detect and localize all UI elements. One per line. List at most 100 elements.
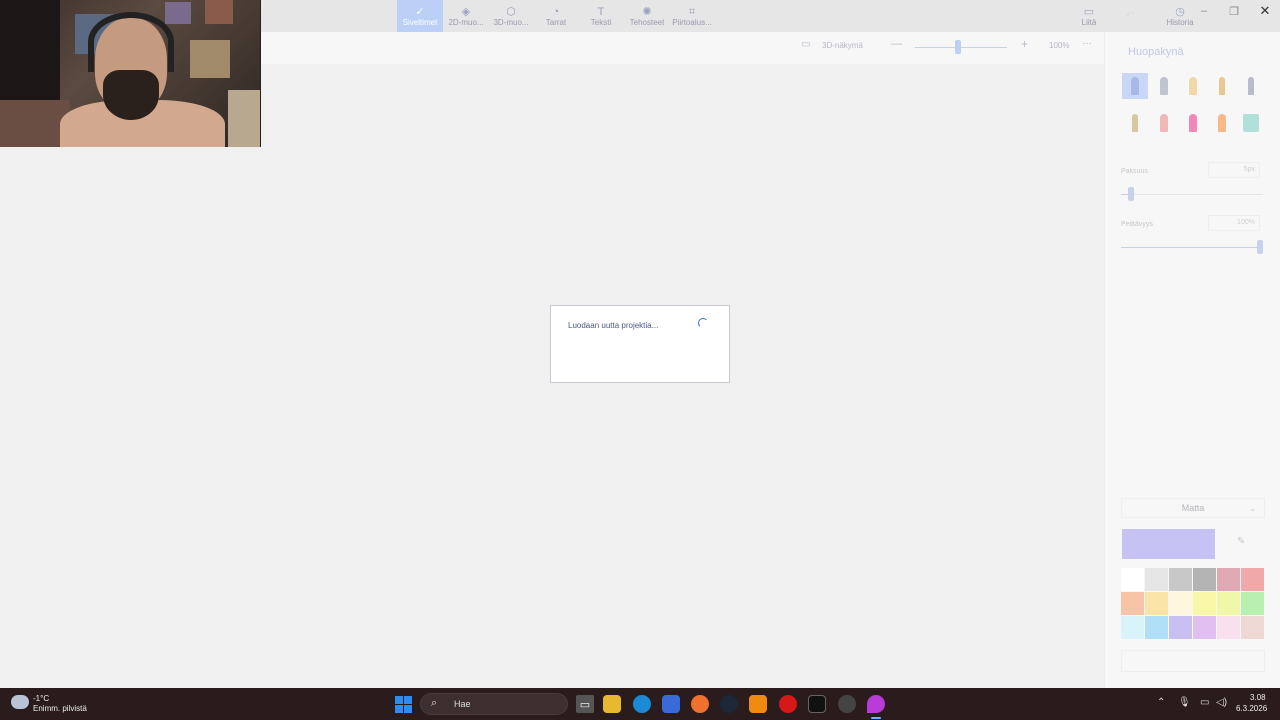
weather-temperature[interactable]: -1°C (33, 694, 49, 703)
more-options-button[interactable]: ··· (1082, 38, 1092, 49)
minimize-button[interactable]: – (1189, 0, 1219, 22)
finish-value: Matta (1181, 503, 1205, 513)
color-swatch[interactable] (1217, 592, 1240, 615)
color-swatch[interactable] (1193, 568, 1216, 591)
maximize-button[interactable]: ❐ (1219, 0, 1249, 22)
vlc-icon[interactable] (749, 695, 767, 713)
finish-dropdown[interactable]: Matta ⌄ (1121, 498, 1265, 518)
tool-cube[interactable]: ⬡ 3D-muo... (488, 0, 534, 32)
color-swatch[interactable] (1241, 568, 1264, 591)
volume-icon[interactable]: ◁) (1216, 697, 1227, 708)
oil-brush-button[interactable] (1180, 73, 1206, 99)
thickness-label: Paksuus (1121, 168, 1148, 175)
brush-icon: ✓ (415, 5, 425, 18)
color-swatch[interactable] (1217, 616, 1240, 639)
panel-title: Huopakynä (1128, 46, 1184, 58)
view3d-icon[interactable]: ▭ (801, 39, 810, 50)
color-swatch[interactable] (1193, 616, 1216, 639)
start-button[interactable] (395, 696, 412, 713)
fill-bucket-button[interactable] (1238, 110, 1264, 136)
zoom-slider-thumb[interactable] (955, 40, 962, 54)
add-color-button[interactable] (1121, 650, 1265, 672)
paint-3d-icon[interactable] (867, 695, 885, 713)
color-swatch[interactable] (1241, 616, 1264, 639)
opera-icon[interactable] (779, 695, 797, 713)
color-swatch[interactable] (1169, 592, 1192, 615)
color-swatch[interactable] (1121, 592, 1144, 615)
tool-sticker[interactable]: ◔ Tarrat (533, 0, 579, 32)
color-swatch[interactable] (1217, 568, 1240, 591)
thickness-slider-thumb[interactable] (1127, 187, 1134, 201)
crayon-button[interactable] (1180, 110, 1206, 136)
network-icon[interactable]: ▭ (1200, 697, 1209, 708)
tool-label: Tarrat (545, 17, 567, 27)
tool-effects[interactable]: ✺ Tehosteet (624, 0, 670, 32)
pencil-button[interactable] (1122, 110, 1148, 136)
spray-can-button[interactable] (1209, 110, 1235, 136)
shapes-2d-icon: ◈ (461, 5, 471, 18)
tool-shapes-2d[interactable]: ◈ 2D-muo... (443, 0, 489, 32)
color-swatch[interactable] (1145, 616, 1168, 639)
color-swatch[interactable] (1241, 592, 1264, 615)
calligraphy-pen-button[interactable] (1151, 73, 1177, 99)
thickness-slider[interactable] (1121, 194, 1263, 195)
eyedropper-icon[interactable]: ✎ (1237, 536, 1245, 547)
tool-label: 3D-muo... (493, 17, 529, 27)
app-icon[interactable] (838, 695, 856, 713)
terminal-icon[interactable] (808, 695, 826, 713)
insert-button[interactable]: ▭ Liitä (1066, 0, 1112, 32)
file-explorer-icon[interactable] (603, 695, 621, 713)
webcam-poster (205, 0, 233, 24)
opacity-input[interactable]: 100% (1208, 215, 1260, 231)
clock-time[interactable]: 3.08 (1250, 693, 1266, 702)
firefox-icon[interactable] (691, 695, 709, 713)
pixel-pen-icon (1248, 77, 1254, 95)
edge-icon[interactable] (633, 695, 651, 713)
canvas-icon: ⌗ (688, 5, 696, 18)
pencil-icon (1132, 114, 1138, 132)
taskbar-search[interactable]: ⌕ Hae (420, 693, 568, 715)
oil-brush-icon (1189, 77, 1197, 95)
tool-label: Piirtoalus... (672, 17, 712, 27)
marker-brush-button[interactable] (1122, 73, 1148, 99)
text-icon: T (597, 5, 605, 18)
opacity-slider-thumb[interactable] (1257, 240, 1263, 254)
clock-date[interactable]: 6.3.2026 (1236, 704, 1267, 713)
task-view-icon[interactable]: ▭ (576, 695, 594, 713)
store-icon[interactable] (662, 695, 680, 713)
steam-icon[interactable] (720, 695, 738, 713)
effects-icon: ✺ (642, 5, 652, 18)
color-swatch[interactable] (1145, 592, 1168, 615)
color-swatch[interactable] (1169, 568, 1192, 591)
calligraphy-pen-icon (1160, 77, 1168, 95)
eraser-button[interactable] (1151, 110, 1177, 136)
opacity-slider[interactable] (1121, 247, 1263, 248)
zoom-out-button[interactable]: — (891, 38, 902, 50)
view3d-label[interactable]: 3D-näkymä (822, 41, 863, 50)
tool-brush[interactable]: ✓ Siveltimet (397, 0, 443, 32)
tool-text[interactable]: T Teksti (578, 0, 624, 32)
tool-canvas[interactable]: ⌗ Piirtoalus... (669, 0, 715, 32)
loading-dialog: Luodaan uutta projektia... (550, 305, 730, 383)
pixel-pen-button[interactable] (1238, 73, 1264, 99)
thickness-input[interactable]: 5px (1208, 162, 1260, 178)
webcam-pillow (228, 90, 260, 147)
color-swatch[interactable] (1145, 568, 1168, 591)
chevron-up-icon[interactable]: ⌃ (1157, 697, 1165, 708)
zoom-in-button[interactable]: + (1021, 37, 1028, 51)
webcam-poster (165, 2, 191, 24)
insert-label: Liitä (1081, 17, 1097, 27)
watercolor-icon (1219, 77, 1225, 95)
color-swatch[interactable] (1169, 616, 1192, 639)
watercolor-button[interactable] (1209, 73, 1235, 99)
current-color-swatch[interactable] (1122, 529, 1215, 559)
microphone-icon[interactable]: 🎙 (1178, 697, 1191, 708)
undo-icon: ↶ (1125, 10, 1135, 22)
color-swatch[interactable] (1121, 568, 1144, 591)
weather-description[interactable]: Enimm. pilvistä (33, 704, 87, 713)
close-button[interactable]: ✕ (1250, 0, 1280, 22)
color-swatch[interactable] (1193, 592, 1216, 615)
color-swatch[interactable] (1121, 616, 1144, 639)
undo-button[interactable]: ↶ (1112, 0, 1148, 32)
cloud-icon[interactable] (11, 695, 29, 709)
